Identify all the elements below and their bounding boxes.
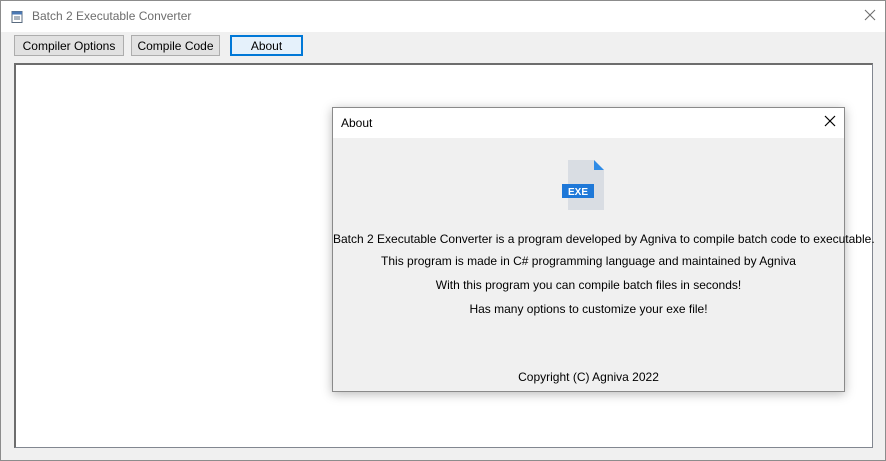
- batch-file-icon: [11, 10, 23, 23]
- exe-file-icon: EXE: [560, 158, 610, 212]
- about-description-line: Batch 2 Executable Converter is a progra…: [333, 232, 875, 246]
- about-copyright: Copyright (C) Agniva 2022: [518, 370, 659, 384]
- close-icon: [864, 8, 876, 26]
- compiler-options-button[interactable]: Compiler Options: [14, 35, 124, 56]
- about-speed-line: With this program you can compile batch …: [435, 278, 742, 292]
- exe-icon-label: EXE: [568, 187, 588, 198]
- about-dialog-title: About: [341, 116, 373, 130]
- about-dialog: About EXE Batch 2 Executable Converter i…: [332, 107, 875, 392]
- main-window: Batch 2 Executable Converter Compiler Op…: [0, 0, 886, 461]
- window-close-button[interactable]: [854, 1, 885, 32]
- about-dialog-close-button[interactable]: [815, 108, 844, 138]
- close-icon: [824, 114, 836, 132]
- about-language-line: This program is made in C# programming l…: [381, 254, 796, 268]
- compile-code-button[interactable]: Compile Code: [131, 35, 220, 56]
- about-dialog-title-bar[interactable]: About: [333, 108, 844, 138]
- window-title: Batch 2 Executable Converter: [32, 9, 192, 23]
- about-options-line: Has many options to customize your exe f…: [469, 302, 708, 316]
- about-button[interactable]: About: [230, 35, 303, 56]
- title-bar[interactable]: Batch 2 Executable Converter: [1, 1, 885, 32]
